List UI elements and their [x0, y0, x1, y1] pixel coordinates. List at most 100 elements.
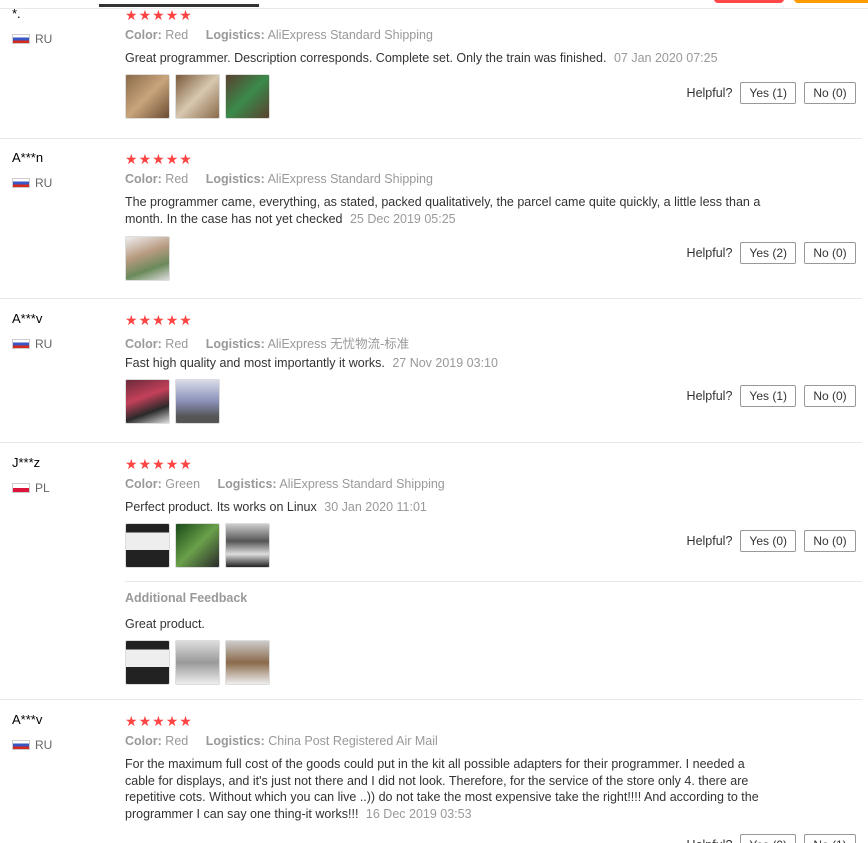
review-photo[interactable]: [175, 379, 220, 424]
review-photo[interactable]: [175, 74, 220, 119]
buy-now-button[interactable]: [714, 0, 784, 3]
color-value: Red: [165, 734, 189, 748]
review-photos: [125, 74, 270, 119]
star-icon: ★: [152, 151, 165, 167]
star-icon: ★: [165, 456, 179, 472]
helpful-yes-button[interactable]: Yes (1): [740, 385, 796, 407]
poland-flag-icon: [12, 483, 30, 493]
review-photos: [125, 523, 270, 568]
review-photo[interactable]: [225, 523, 270, 568]
review-photo[interactable]: [125, 74, 170, 119]
star-icon: ★: [165, 312, 179, 328]
color-key: Color:: [125, 734, 162, 748]
star-icon: ★: [138, 456, 152, 472]
color-key: Color:: [125, 477, 162, 491]
helpful-controls: Helpful? Yes (2) No (0): [687, 242, 856, 264]
star-icon: ★: [179, 312, 192, 328]
buyer-country: RU: [12, 738, 52, 752]
star-icon: ★: [125, 7, 138, 23]
additional-feedback-body: Great product.: [125, 617, 205, 631]
star-icon: ★: [125, 456, 138, 472]
helpful-label: Helpful?: [686, 534, 733, 548]
review-body: Fast high quality and most importantly i…: [125, 356, 385, 370]
helpful-no-button[interactable]: No (0): [804, 385, 856, 407]
helpful-no-button[interactable]: No (0): [804, 530, 856, 552]
review-photo[interactable]: [125, 236, 170, 281]
buyer-name: *.: [12, 6, 21, 21]
star-icon: ★: [125, 713, 138, 729]
buyer-country: RU: [12, 32, 52, 46]
star-icon: ★: [179, 151, 192, 167]
star-rating: ★ ★ ★ ★ ★: [125, 8, 192, 22]
review-item: A***v RU ★ ★ ★ ★ ★ Color: Red Logistics: Chi…: [0, 712, 862, 843]
star-icon: ★: [165, 713, 179, 729]
star-icon: ★: [165, 7, 179, 23]
logistics-value: China Post Registered Air Mail: [268, 734, 438, 748]
star-icon: ★: [138, 151, 152, 167]
helpful-yes-button[interactable]: Yes (1): [740, 82, 796, 104]
add-to-cart-button[interactable]: [794, 0, 868, 3]
helpful-yes-button[interactable]: Yes (2): [740, 242, 796, 264]
review-attributes: Color: Green Logistics: AliExpress Stand…: [125, 477, 445, 491]
review-photo[interactable]: [175, 640, 220, 685]
review-photo[interactable]: [175, 523, 220, 568]
additional-feedback-text: Great product.: [125, 616, 775, 633]
star-icon: ★: [165, 151, 179, 167]
buyer-name: A***v: [12, 712, 43, 727]
logistics-value: AliExpress Standard Shipping: [279, 477, 445, 491]
helpful-yes-button[interactable]: Yes (0): [740, 530, 796, 552]
country-code: RU: [35, 32, 53, 46]
review-date: 27 Nov 2019 03:10: [392, 356, 498, 370]
review-body: Great programmer. Description correspond…: [125, 51, 607, 65]
color-value: Red: [165, 337, 189, 351]
star-icon: ★: [152, 713, 165, 729]
star-icon: ★: [125, 151, 138, 167]
helpful-label: Helpful?: [687, 838, 733, 843]
russia-flag-icon: [12, 178, 30, 188]
star-icon: ★: [125, 312, 138, 328]
review-item: A***v RU ★ ★ ★ ★ ★ Color: Red Logistics: Ali…: [0, 311, 862, 443]
review-attributes: Color: Red Logistics: AliExpress Standar…: [125, 172, 433, 186]
country-code: RU: [35, 176, 53, 190]
review-photo[interactable]: [125, 640, 170, 685]
logistics-value: AliExpress 无忧物流-标准: [267, 337, 410, 351]
buyer-country: RU: [12, 337, 52, 351]
star-icon: ★: [179, 456, 192, 472]
additional-feedback-label: Additional Feedback: [125, 591, 248, 605]
helpful-label: Helpful?: [686, 389, 733, 403]
color-value: Green: [165, 477, 201, 491]
russia-flag-icon: [12, 34, 30, 44]
review-date: 30 Jan 2020 11:01: [324, 500, 427, 514]
logistics-key: Logistics:: [205, 337, 265, 351]
review-date: 16 Dec 2019 03:53: [365, 806, 472, 821]
buyer-name: A***v: [12, 311, 43, 326]
helpful-controls: Helpful? Yes (1) No (0): [687, 82, 856, 104]
logistics-key: Logistics:: [205, 734, 265, 748]
logistics-key: Logistics:: [205, 172, 265, 186]
color-value: Red: [165, 172, 189, 186]
review-item: A***n RU ★ ★ ★ ★ ★ Color: Red Logistics: Ali…: [0, 150, 862, 299]
logistics-key: Logistics:: [205, 28, 265, 42]
review-photo[interactable]: [125, 523, 170, 568]
russia-flag-icon: [12, 339, 30, 349]
helpful-controls: Helpful? Yes (0) No (1): [687, 834, 856, 843]
review-attributes: Color: Red Logistics: AliExpress 无忧物流-标准: [125, 333, 409, 352]
helpful-yes-button[interactable]: Yes (0): [740, 834, 796, 843]
review-photo[interactable]: [225, 74, 270, 119]
color-key: Color:: [125, 28, 162, 42]
country-code: PL: [35, 481, 50, 495]
color-value: Red: [165, 28, 189, 42]
review-body: Perfect product. Its works on Linux: [125, 500, 317, 514]
additional-photos: [125, 640, 270, 685]
helpful-no-button[interactable]: No (0): [804, 82, 856, 104]
review-text: For the maximum full cost of the goods c…: [125, 756, 770, 822]
review-photo[interactable]: [125, 379, 170, 424]
review-date: 25 Dec 2019 05:25: [349, 211, 456, 226]
helpful-no-button[interactable]: No (0): [804, 242, 856, 264]
russia-flag-icon: [12, 740, 30, 750]
review-photo[interactable]: [225, 640, 270, 685]
review-text: The programmer came, everything, as stat…: [125, 194, 775, 227]
review-date: 07 Jan 2020 07:25: [613, 51, 718, 65]
review-item: *. RU ★ ★ ★ ★ ★ Color: Red Logistics: AliExp…: [0, 6, 862, 139]
helpful-no-button[interactable]: No (1): [804, 834, 856, 843]
